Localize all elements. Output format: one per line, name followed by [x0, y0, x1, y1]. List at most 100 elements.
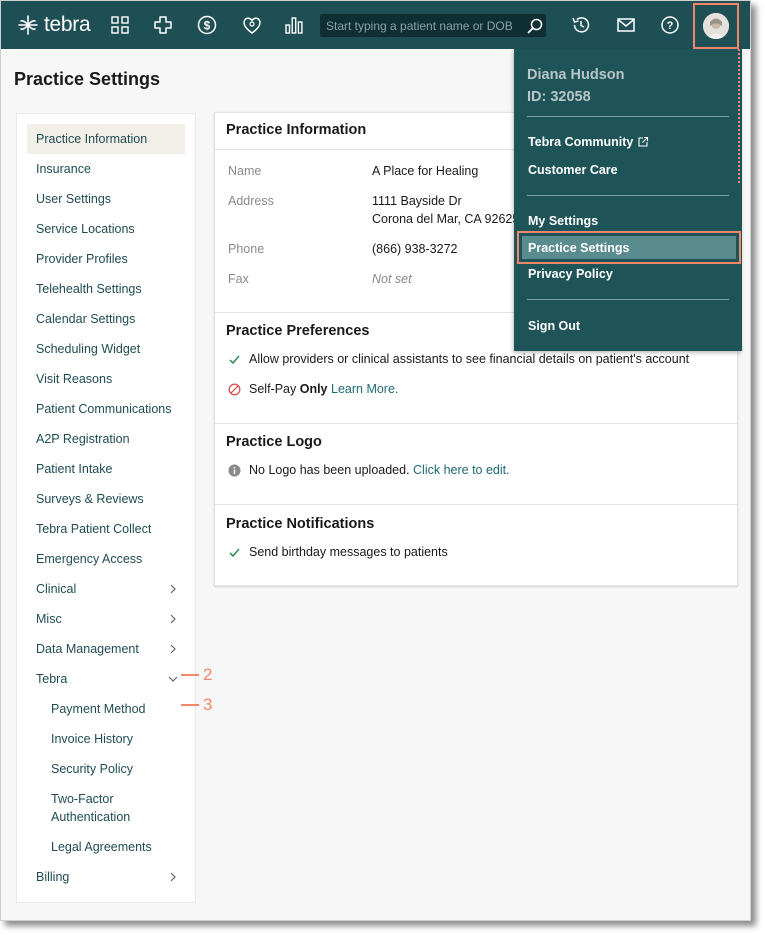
self-pay-prefix: Self-Pay — [249, 382, 300, 396]
logo-status-text: No Logo has been uploaded. Click here to… — [249, 463, 510, 477]
callout-number: 2 — [203, 665, 213, 684]
page-title: Practice Settings — [14, 69, 161, 89]
menu-divider — [527, 195, 729, 196]
sidebar-item-two-factor-authentication[interactable]: Two-Factor Authentication — [27, 790, 185, 826]
user-name: Diana Hudson — [527, 67, 625, 83]
sidebar-item-practice-information[interactable]: Practice Information — [27, 124, 185, 154]
my-settings-link[interactable]: My Settings — [528, 214, 598, 228]
name-value: A Place for Healing — [372, 164, 479, 178]
sign-out-link[interactable]: Sign Out — [528, 319, 580, 333]
callout-dotted-edge — [738, 49, 740, 183]
tebra-logo-mark-icon — [18, 15, 38, 35]
address-label: Address — [228, 194, 274, 208]
sidebar-item-visit-reasons[interactable]: Visit Reasons — [27, 364, 185, 394]
sidebar-item-a2p-registration[interactable]: A2P Registration — [27, 424, 185, 454]
user-id: ID: 32058 — [527, 89, 591, 105]
name-label: Name — [228, 164, 262, 178]
checkmark-icon — [228, 353, 241, 366]
sidebar-item-label: Billing — [36, 870, 70, 884]
sidebar-item-service-locations[interactable]: Service Locations — [27, 214, 185, 244]
user-menu-button[interactable] — [693, 3, 739, 49]
clinical-cross-icon[interactable] — [151, 13, 175, 37]
sidebar-item-security-policy[interactable]: Security Policy — [27, 754, 185, 784]
address-line2: Corona del Mar, CA 92625 — [372, 212, 520, 226]
sidebar-item-label: Misc — [36, 612, 62, 626]
privacy-policy-link[interactable]: Privacy Policy — [528, 267, 613, 281]
settings-sidebar: Practice Information Insurance User Sett… — [16, 113, 196, 903]
fax-label: Fax — [228, 272, 249, 286]
avatar — [703, 13, 729, 39]
self-pay-only: Only — [299, 382, 328, 396]
birthday-notification: Send birthday messages to patients — [228, 545, 448, 559]
edit-logo-link[interactable]: Click here to edit. — [413, 463, 510, 477]
address-line1: 1111 Bayside Dr — [372, 194, 462, 208]
mail-icon[interactable] — [614, 13, 638, 37]
learn-more-link[interactable]: Learn More. — [331, 382, 398, 396]
sidebar-item-legal-agreements[interactable]: Legal Agreements — [27, 832, 185, 862]
sidebar-item-tebra-patient-collect[interactable]: Tebra Patient Collect — [27, 514, 185, 544]
divider — [215, 423, 737, 424]
sidebar-item-misc[interactable]: Misc — [27, 604, 185, 634]
sidebar-item-emergency-access[interactable]: Emergency Access — [27, 544, 185, 574]
fax-value: Not set — [372, 272, 412, 286]
search-input[interactable] — [320, 14, 524, 37]
tebra-community-link[interactable]: Tebra Community — [528, 135, 649, 149]
menu-divider — [527, 116, 729, 117]
sidebar-item-label: Clinical — [36, 582, 77, 596]
logo-text: tebra — [44, 13, 91, 36]
phone-label: Phone — [228, 242, 265, 256]
callout-line — [181, 674, 199, 676]
prohibited-icon — [228, 383, 241, 396]
chevron-right-icon — [170, 584, 176, 594]
customer-care-link[interactable]: Customer Care — [528, 163, 618, 177]
practice-notifications-title: Practice Notifications — [226, 516, 375, 532]
sidebar-item-calendar-settings[interactable]: Calendar Settings — [27, 304, 185, 334]
sidebar-item-user-settings[interactable]: User Settings — [27, 184, 185, 214]
dollar-icon[interactable]: $ — [195, 13, 219, 37]
sidebar-item-label: Data Management — [36, 642, 139, 656]
callout-step-3: 3 — [181, 695, 212, 715]
sidebar-item-surveys-reviews[interactable]: Surveys & Reviews — [27, 484, 185, 514]
apps-grid-icon[interactable] — [108, 13, 132, 37]
callout-number: 3 — [203, 695, 213, 714]
sidebar-item-provider-profiles[interactable]: Provider Profiles — [27, 244, 185, 274]
logo-status: No Logo has been uploaded. Click here to… — [228, 463, 510, 477]
info-icon — [228, 464, 241, 477]
external-link-icon — [638, 136, 649, 147]
practice-settings-link[interactable]: Practice Settings — [528, 241, 629, 255]
logo-status-message: No Logo has been uploaded. — [249, 463, 414, 477]
patient-heart-icon[interactable] — [240, 13, 264, 37]
top-nav-bar: tebra $ ? — [1, 1, 750, 49]
reports-bar-icon[interactable] — [282, 13, 306, 37]
practice-logo-title: Practice Logo — [226, 434, 322, 450]
self-pay-preference: Self-Pay Only Learn More. — [228, 382, 398, 396]
financial-details-text: Allow providers or clinical assistants t… — [249, 352, 690, 366]
sidebar-item-insurance[interactable]: Insurance — [27, 154, 185, 184]
svg-text:?: ? — [667, 20, 674, 32]
sidebar-item-telehealth-settings[interactable]: Telehealth Settings — [27, 274, 185, 304]
financial-details-preference: Allow providers or clinical assistants t… — [228, 352, 689, 366]
chevron-down-icon — [168, 676, 178, 682]
sidebar-item-invoice-history[interactable]: Invoice History — [27, 724, 185, 754]
sidebar-item-patient-intake[interactable]: Patient Intake — [27, 454, 185, 484]
help-icon[interactable]: ? — [658, 13, 682, 37]
sidebar-item-label-line2: Authentication — [51, 810, 131, 824]
chevron-right-icon — [170, 644, 176, 654]
sidebar-item-data-management[interactable]: Data Management — [27, 634, 185, 664]
birthday-notification-text: Send birthday messages to patients — [249, 545, 448, 559]
sidebar-item-scheduling-widget[interactable]: Scheduling Widget — [27, 334, 185, 364]
sidebar-item-billing[interactable]: Billing — [27, 862, 185, 892]
menu-item-label: Tebra Community — [528, 135, 634, 149]
history-icon[interactable] — [569, 13, 593, 37]
sidebar-item-clinical[interactable]: Clinical — [27, 574, 185, 604]
search-icon[interactable] — [524, 15, 546, 37]
checkmark-icon — [228, 546, 241, 559]
patient-search[interactable] — [320, 14, 546, 37]
user-menu-dropdown: Diana Hudson ID: 32058 Tebra Community C… — [514, 49, 742, 351]
chevron-right-icon — [170, 872, 176, 882]
sidebar-item-payment-method[interactable]: Payment Method — [27, 694, 185, 724]
sidebar-item-patient-communications[interactable]: Patient Communications — [27, 394, 185, 424]
callout-step-2: 2 — [181, 665, 212, 685]
sidebar-item-tebra[interactable]: Tebra — [27, 664, 185, 694]
tebra-logo[interactable]: tebra — [17, 13, 91, 37]
